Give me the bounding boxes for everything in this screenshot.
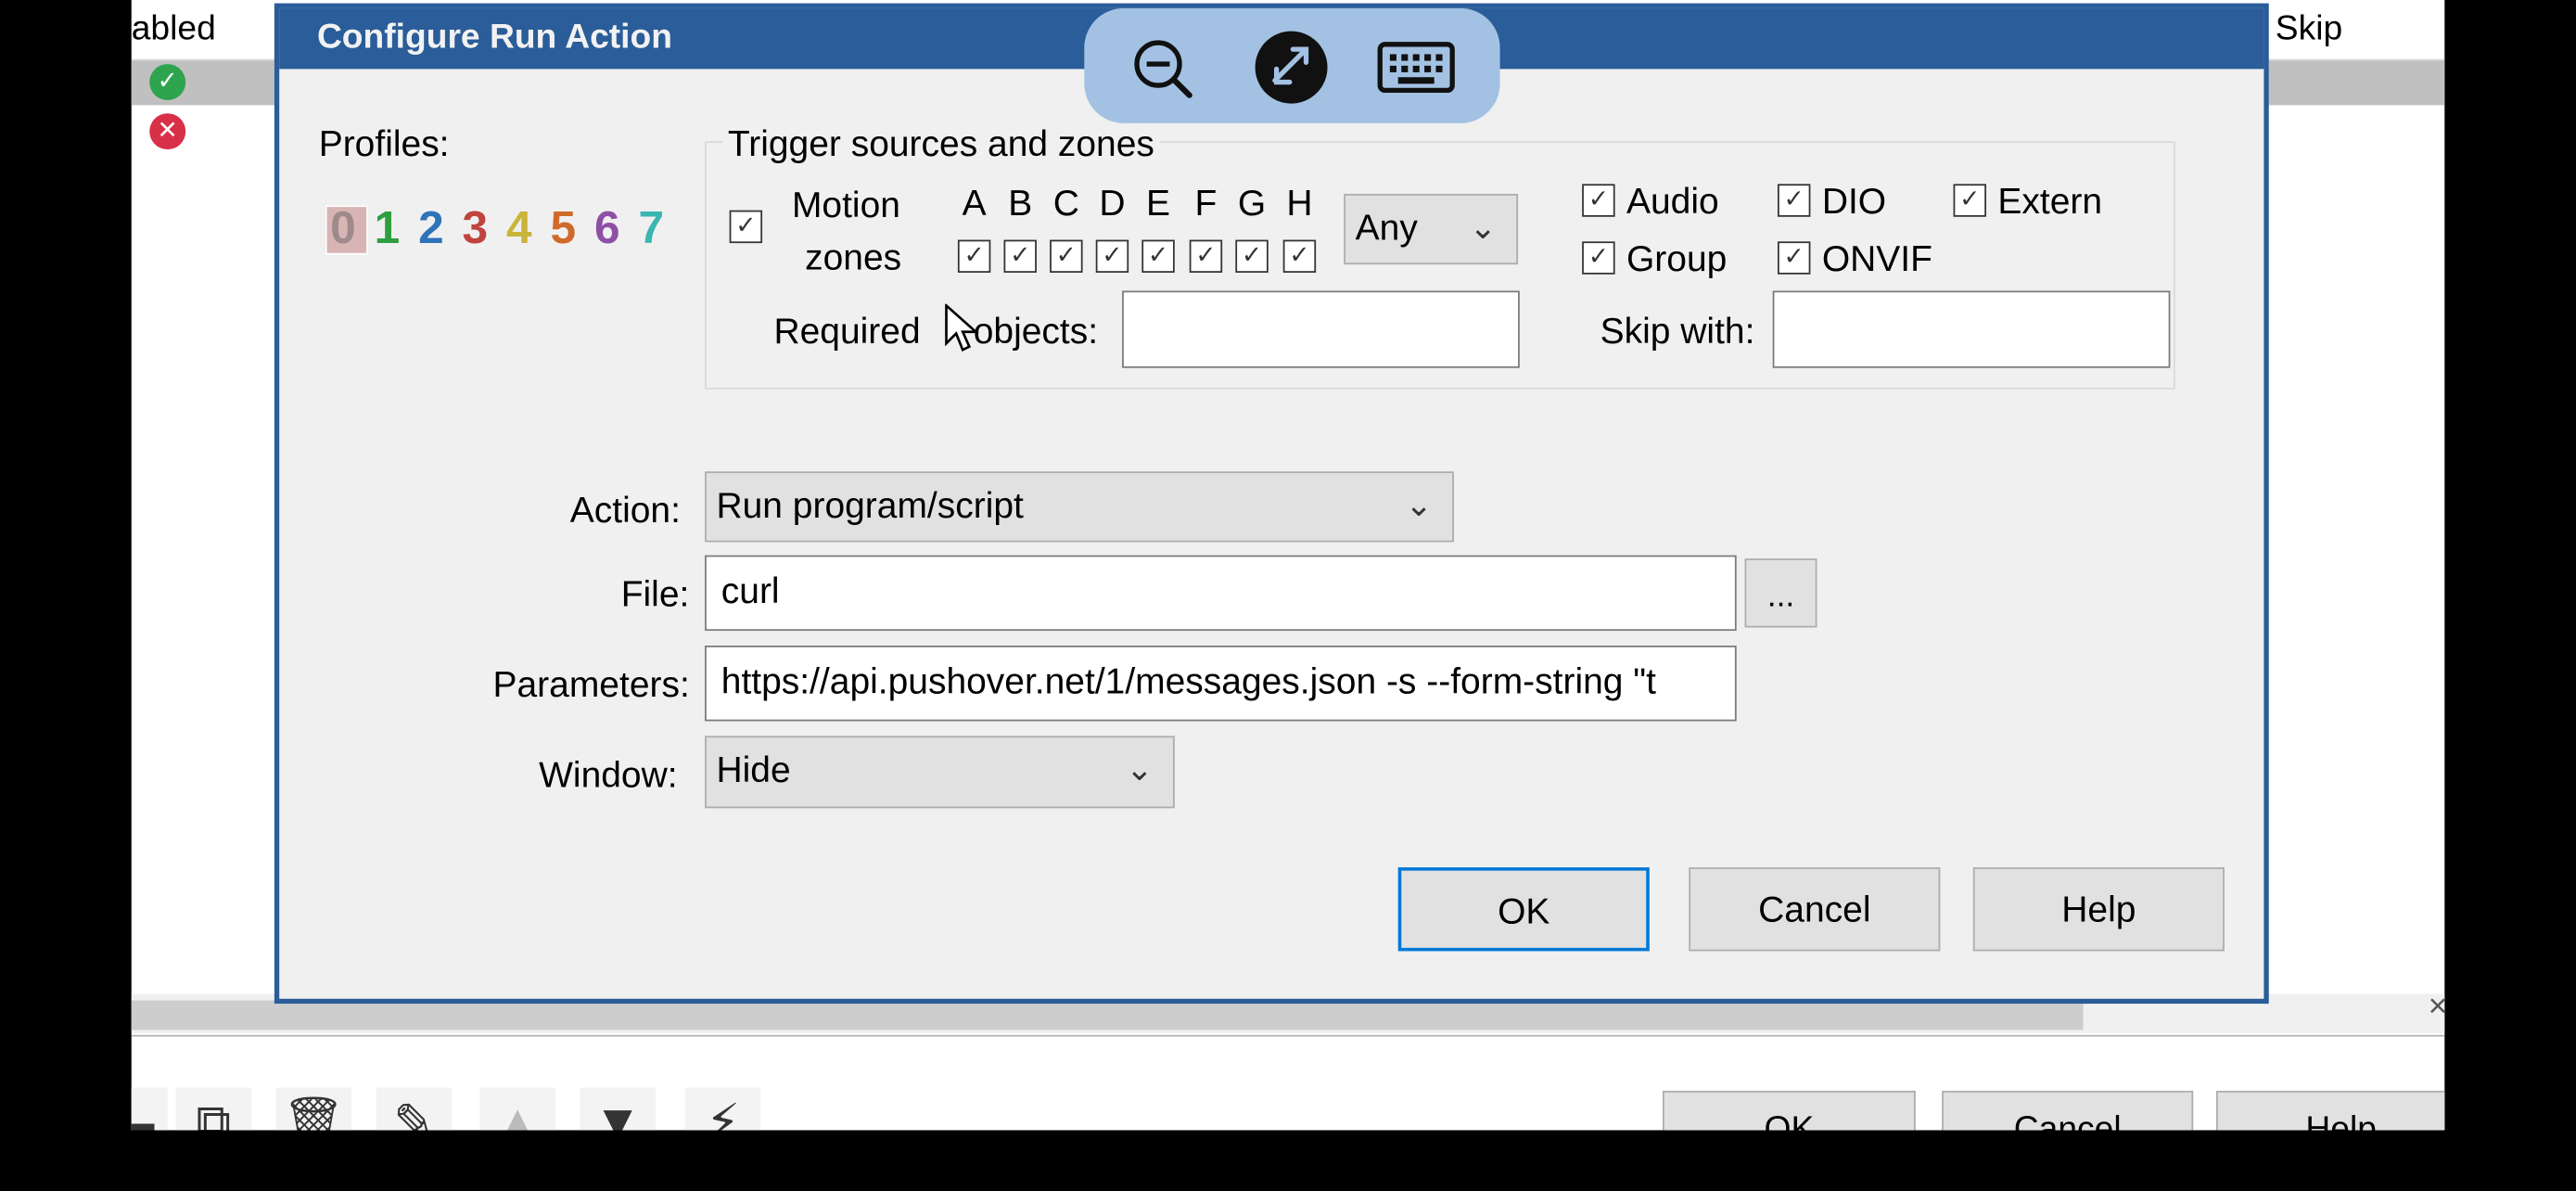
browse-button[interactable]: ... [1744,558,1817,628]
skip-with-input[interactable] [1772,290,2171,368]
zone-checkbox-a[interactable]: ✓ [957,239,991,273]
chevron-down-icon: ⌄ [1469,210,1498,247]
zone-label-c: C [1052,182,1079,224]
zone-checkbox-b[interactable]: ✓ [1003,239,1037,273]
profile-1[interactable]: 1 [375,198,401,258]
action-label: Action: [569,489,681,531]
profile-3[interactable]: 3 [463,198,489,258]
column-header-enabled[interactable]: abled [132,0,263,59]
required-objects-input[interactable] [1122,290,1520,368]
scrollbar-thumb[interactable] [131,1000,2084,1031]
close-icon[interactable]: × [2429,989,2445,1027]
window-value: Hide [716,749,791,790]
zone-label-b: B [1008,182,1033,224]
zone-checkbox-h[interactable]: ✓ [1282,239,1317,273]
action-select[interactable]: Run program/script ⌄ [705,471,1454,543]
motion-label: Motion [791,184,900,225]
profile-2[interactable]: 2 [418,198,444,258]
edit-icon[interactable]: ✎ [376,1087,453,1131]
window-select[interactable]: Hide ⌄ [705,736,1175,809]
move-up-icon[interactable]: ▲ [479,1087,555,1131]
zone-label-h: H [1286,182,1313,224]
column-header-skip[interactable]: Skip [2276,0,2440,59]
skip-with-label: Skip with: [1600,310,1755,352]
delete-icon[interactable]: 🗑 [275,1087,352,1131]
motion-zones-checkbox[interactable]: ✓ [729,210,763,244]
group-checkbox[interactable]: ✓ [1582,241,1615,275]
required-objects-prefix: Required [773,310,931,352]
profile-5[interactable]: 5 [551,198,577,258]
zone-label-g: G [1237,182,1267,224]
group-label: Group [1626,237,1728,280]
background-help-button[interactable]: Help [2216,1090,2445,1131]
chevron-down-icon: ⌄ [1126,752,1154,789]
help-button[interactable]: Help [1972,867,2225,952]
mouse-cursor-icon [945,303,979,352]
background-ok-label: OK [1764,1110,1815,1131]
zone-mode-select[interactable]: Any ⌄ [1344,193,1519,265]
move-down-icon[interactable]: ▼ [580,1087,656,1131]
parameters-input[interactable]: https://api.pushover.net/1/messages.json… [705,646,1737,722]
ok-button[interactable]: OK [1397,867,1650,952]
keyboard-icon[interactable] [1377,41,1456,94]
duplicate-icon[interactable]: ⧉ [175,1087,252,1131]
divider [131,1034,2445,1037]
add-rule-icon[interactable]: ▬ [131,1087,168,1131]
chevron-down-icon: ⌄ [1405,487,1433,524]
required-objects-suffix: objects: [963,310,1099,352]
zone-checkbox-e[interactable]: ✓ [1141,239,1175,273]
zone-checkbox-g[interactable]: ✓ [1235,239,1269,273]
zone-checkbox-d[interactable]: ✓ [1095,239,1129,273]
zone-label-d: D [1099,182,1126,224]
disabled-x-icon: ✕ [149,113,186,150]
file-input[interactable]: curl [705,555,1737,632]
dialog-title: Configure Run Action [316,18,672,57]
background-ok-button[interactable]: OK [1662,1090,1916,1131]
audio-label: Audio [1626,180,1719,223]
required-objects-label: Required objects: [773,309,1098,355]
background-cancel-label: Cancel [2013,1110,2122,1131]
profiles-label: Profiles: [318,122,450,165]
dio-checkbox[interactable]: ✓ [1777,184,1811,217]
enabled-check-icon: ✓ [149,64,186,101]
cancel-label: Cancel [1758,889,1871,930]
zones-label: zones [805,237,902,278]
cancel-button[interactable]: Cancel [1689,867,1941,952]
zone-label-f: F [1194,182,1218,224]
extern-label: Extern [1997,180,2103,223]
onvif-checkbox[interactable]: ✓ [1777,241,1811,275]
zone-checkbox-f[interactable]: ✓ [1189,239,1223,273]
remote-desktop-toolbar [1084,7,1500,123]
test-icon[interactable]: ⚡ [684,1087,761,1131]
zone-label-a: A [962,182,987,224]
ok-label: OK [1498,890,1550,932]
zone-mode-value: Any [1355,207,1418,249]
column-header-enabled-label: abled [131,9,216,48]
extern-checkbox[interactable]: ✓ [1953,184,1986,217]
zoom-out-icon[interactable] [1130,36,1196,102]
profile-7[interactable]: 7 [638,198,664,258]
screen: abled Skip ✓ ✕ × ▬ ⧉ 🗑 ✎ ▲ ▼ ⚡ OK Cancel… [0,0,2576,1191]
window-label: Window: [539,753,678,796]
onvif-label: ONVIF [1821,237,1932,280]
profile-0[interactable]: 0 [330,198,356,258]
trigger-group-title: Trigger sources and zones [722,122,1160,168]
file-label: File: [620,573,690,615]
parameters-label: Parameters: [492,663,690,705]
zone-label-e: E [1146,182,1171,224]
profile-4[interactable]: 4 [506,198,532,258]
help-label: Help [2061,889,2136,930]
zone-checkbox-c[interactable]: ✓ [1050,239,1083,273]
profile-6[interactable]: 6 [594,198,620,258]
action-value: Run program/script [716,484,1024,526]
background-help-label: Help [2305,1110,2377,1131]
audio-checkbox[interactable]: ✓ [1582,184,1615,217]
column-header-skip-label: Skip [2275,9,2343,48]
background-cancel-button[interactable]: Cancel [1942,1090,2194,1131]
dio-label: DIO [1821,180,1887,223]
remote-disconnect-icon[interactable] [1254,30,1329,105]
